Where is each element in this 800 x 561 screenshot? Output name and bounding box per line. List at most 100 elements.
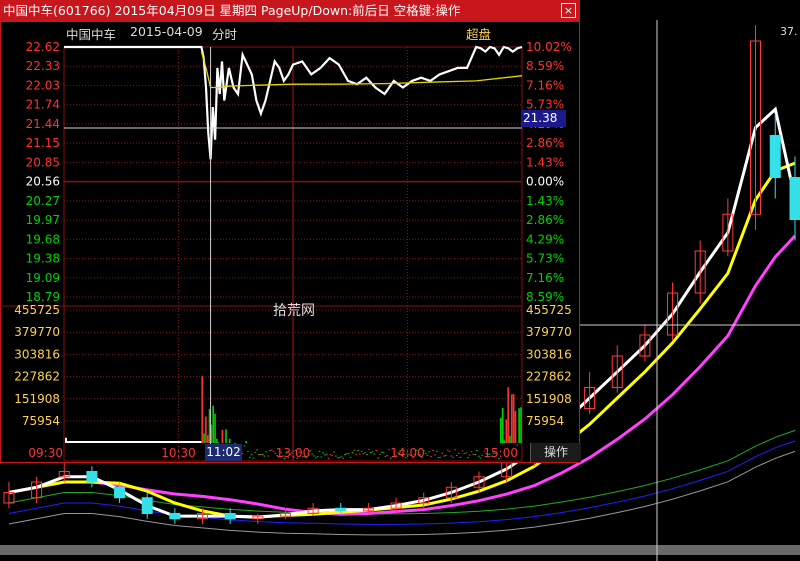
volume-bar [448,450,451,452]
volume-bar [439,456,442,458]
volume-bar [362,453,365,455]
left-axis-tick: 21.44 [26,117,60,131]
volume-bar [428,451,431,453]
intraday-panel [0,21,580,463]
right-axis-tick: 10.02% [526,40,572,54]
volume-bar [311,453,313,455]
right-axis-tick: 7.16% [526,271,564,285]
intraday-chart: 22.62 10.02% 22.33 8.59% 22.03 7.16% 21.74 5.73… [0,21,580,463]
volume-bar [243,445,246,447]
window-titlebar[interactable]: 中国中车(601766) 2015年04月09日 星期四 PageUp/Down… [0,0,580,21]
volume-axis-tick: 379770 [14,325,60,339]
volume-axis-tick: 227862 [14,370,60,384]
crosshair-time-label: 11:02 [205,444,242,461]
volume-bar [267,455,269,457]
volume-axis-tick: 75954 [22,414,60,428]
volume-bar [445,455,447,457]
volume-bar [371,451,374,453]
x-axis-tick: 13:00 [276,446,311,460]
volume-bar [214,413,216,443]
right-axis-tick: 1.43% [526,194,564,208]
kline-candle [114,486,126,499]
volume-bar [434,454,436,456]
watermark: 拾荒网 [273,303,315,319]
kline-value-label: 37. [780,25,798,38]
volume-right-tick: 151908 [526,392,572,406]
volume-bar [316,455,319,457]
volume-bar [424,453,427,455]
operate-button[interactable]: 操作 [530,443,581,462]
volume-bar [518,408,520,443]
left-axis-tick: 20.85 [26,155,60,169]
volume-bar [472,453,475,455]
volume-bar [225,429,227,443]
volume-bar [272,451,275,453]
volume-bar [201,375,203,443]
volume-bar [441,452,443,454]
volume-bar [369,452,372,454]
close-icon[interactable]: × [561,3,576,18]
volume-bar [271,449,273,451]
left-axis-tick: 20.56 [26,175,60,189]
volume-bar [247,451,249,453]
volume-bar [260,454,262,456]
right-axis-tick: 8.59% [526,290,564,304]
volume-bar [206,435,209,443]
volume-bar [318,450,321,452]
volume-bar [331,454,334,456]
volume-bar [254,451,257,453]
volume-bar [382,451,385,453]
volume-bar [205,416,207,443]
kline-candle [86,471,98,483]
volume-right-tick: 303816 [526,347,572,361]
volume-bar [216,438,218,443]
volume-axis-tick: 303816 [14,347,60,361]
volume-bar [221,429,224,443]
volume-bar [324,454,326,456]
volume-bar [377,457,379,459]
volume-bar [336,457,339,459]
x-axis-tick: 09:30 [28,446,63,460]
volume-bar [252,457,255,459]
volume-bar [355,453,357,455]
right-axis-tick: 1.43% [526,155,564,169]
left-axis-tick: 19.97 [26,213,60,227]
volume-bar [360,450,363,452]
volume-bar [327,457,330,459]
volume-bar [450,455,453,457]
volume-bar [478,455,480,457]
kline-candle [769,135,781,178]
volume-bar [203,433,205,443]
volume-bar [351,451,354,453]
volume-bar [358,453,361,455]
volume-bar [261,453,264,455]
volume-bar [461,450,464,452]
volume-bar [476,449,478,451]
volume-bar [357,449,359,451]
volume-bar [368,449,370,451]
volume-bar [346,453,348,455]
volume-bar [366,453,368,455]
left-axis-tick: 21.15 [26,136,60,150]
volume-bar [353,449,356,451]
kline-candle [335,507,347,512]
volume-bar [258,454,260,456]
volume-right-tick: 379770 [526,325,572,339]
chart-stage: 22.62 10.02% 22.33 8.59% 22.03 7.16% 21.74 5.73… [0,20,800,561]
volume-bar [322,452,324,454]
volume-bar [228,438,231,443]
volume-bar [329,453,332,455]
volume-bar [349,456,352,458]
kline-scrollbar [0,545,800,555]
right-axis-tick: 8.59% [526,59,564,73]
stock-name: 中国中车 [66,27,117,42]
volume-bar [265,451,268,453]
volume-bar [269,450,271,452]
volume-bar [463,453,465,455]
left-axis-tick: 19.09 [26,271,60,285]
volume-bar [452,456,454,458]
left-axis-tick: 19.38 [26,252,60,266]
volume-bar [468,454,471,456]
volume-bar [512,394,515,443]
overlay-button[interactable]: 超盘 [466,24,491,43]
